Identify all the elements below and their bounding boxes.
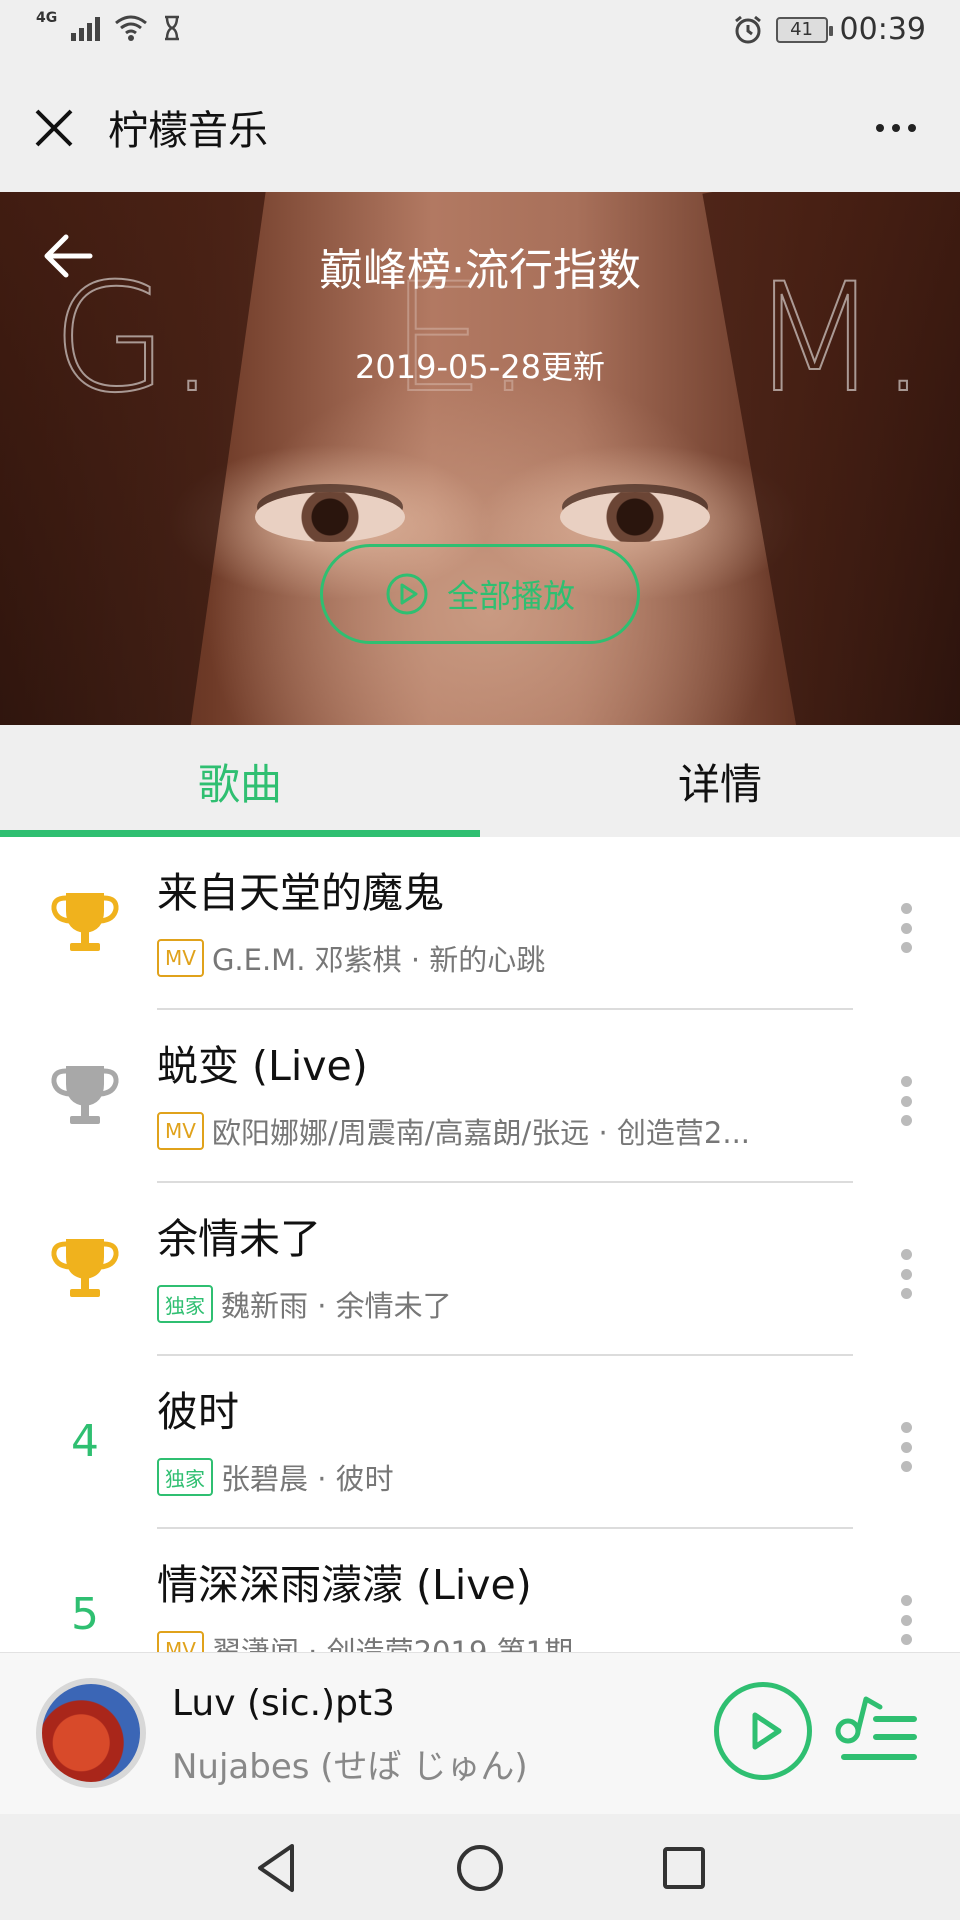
playlist-button[interactable] bbox=[834, 1693, 920, 1773]
song-row[interactable]: 蜕变 (Live) MV 欧阳娜娜/周震南/高嘉朗/张远 · 创造营2... bbox=[0, 1010, 960, 1183]
dot bbox=[908, 124, 916, 132]
song-more-button[interactable] bbox=[898, 1422, 914, 1472]
dot bbox=[892, 124, 900, 132]
song-artist-album: 魏新雨 · 余情未了 bbox=[221, 1289, 452, 1323]
rank-number: 4 bbox=[71, 1415, 99, 1467]
song-title: 情深深雨濛濛 (Live) bbox=[157, 1561, 532, 1609]
exclusive-badge: 独家 bbox=[157, 1458, 213, 1496]
hourglass-icon bbox=[165, 15, 180, 41]
song-meta: MV G.E.M. 邓紫棋 · 新的心跳 bbox=[157, 937, 545, 979]
song-more-button[interactable] bbox=[898, 1249, 914, 1299]
chart-header: G. E. M. 巅峰榜·流行指数 2019-05-28更新 全部播放 bbox=[0, 192, 960, 725]
silver-trophy-icon bbox=[51, 1066, 119, 1124]
nav-back-button[interactable] bbox=[246, 1838, 306, 1898]
song-more-button[interactable] bbox=[898, 903, 914, 953]
tab-songs[interactable]: 歌曲 bbox=[0, 725, 480, 837]
song-artist-album: 张碧晨 · 彼时 bbox=[221, 1462, 394, 1496]
network-type: 4G bbox=[36, 10, 58, 26]
song-row[interactable]: 4 彼时 独家 张碧晨 · 彼时 bbox=[0, 1356, 960, 1529]
more-options-button[interactable] bbox=[866, 102, 926, 154]
clock: 00:39 bbox=[839, 12, 926, 47]
status-left: 4G bbox=[36, 10, 182, 42]
bronze-trophy-icon bbox=[51, 1239, 119, 1297]
play-all-button[interactable]: 全部播放 bbox=[320, 544, 640, 644]
mv-badge[interactable]: MV bbox=[157, 939, 204, 977]
song-meta: 独家 张碧晨 · 彼时 bbox=[157, 1456, 394, 1498]
dot bbox=[876, 124, 884, 132]
app-bar: 柠檬音乐 bbox=[0, 64, 960, 192]
now-playing-artist: Nujabes (せば じゅん) bbox=[172, 1747, 528, 1787]
chart-title: 巅峰榜·流行指数 bbox=[319, 245, 641, 296]
battery-level: 41 bbox=[790, 19, 813, 40]
system-nav-bar bbox=[0, 1814, 960, 1920]
play-button[interactable] bbox=[714, 1682, 812, 1780]
play-all-label: 全部播放 bbox=[446, 577, 575, 615]
song-row[interactable]: 余情未了 独家 魏新雨 · 余情未了 bbox=[0, 1183, 960, 1356]
song-artist-album: 欧阳娜娜/周震南/高嘉朗/张远 · 创造营2... bbox=[211, 1116, 751, 1150]
song-more-button[interactable] bbox=[898, 1076, 914, 1126]
rank-cell bbox=[40, 1228, 130, 1308]
status-bar: 4G 41 00:39 bbox=[0, 0, 960, 64]
play-icon bbox=[752, 1712, 782, 1750]
update-date: 2019-05-28更新 bbox=[355, 348, 605, 386]
mv-badge[interactable]: MV bbox=[157, 1631, 204, 1652]
close-icon bbox=[35, 109, 73, 147]
status-right: 41 00:39 bbox=[732, 12, 926, 47]
nav-home-button[interactable] bbox=[450, 1838, 510, 1898]
song-row[interactable]: 来自天堂的魔鬼 MV G.E.M. 邓紫棋 · 新的心跳 bbox=[0, 837, 960, 1010]
tab-bar: 歌曲 详情 bbox=[0, 725, 960, 837]
mini-player[interactable]: Luv (sic.)pt3 Nujabes (せば じゅん) bbox=[0, 1652, 960, 1814]
alarm-icon bbox=[734, 15, 761, 43]
exclusive-badge: 独家 bbox=[157, 1285, 213, 1323]
nav-home-icon bbox=[457, 1845, 503, 1891]
now-playing-title: Luv (sic.)pt3 bbox=[172, 1683, 395, 1724]
song-row[interactable]: 5 情深深雨濛濛 (Live) MV 翟潇闻 · 创造营2019 第1期 bbox=[0, 1529, 960, 1652]
mv-badge[interactable]: MV bbox=[157, 1112, 204, 1150]
hero-art bbox=[255, 492, 405, 542]
rank-cell bbox=[40, 882, 130, 962]
song-artist-album: G.E.M. 邓紫棋 · 新的心跳 bbox=[211, 943, 546, 977]
rank-cell bbox=[40, 1055, 130, 1135]
song-more-button[interactable] bbox=[898, 1595, 914, 1645]
close-button[interactable] bbox=[28, 102, 80, 154]
nav-recents-button[interactable] bbox=[654, 1838, 714, 1898]
song-artist-album: 翟潇闻 · 创造营2019 第1期 bbox=[211, 1635, 574, 1652]
playlist-icon bbox=[835, 1696, 917, 1760]
album-cover[interactable] bbox=[36, 1678, 146, 1788]
song-title: 彼时 bbox=[157, 1388, 239, 1436]
song-meta: 独家 魏新雨 · 余情未了 bbox=[157, 1283, 452, 1325]
song-title: 来自天堂的魔鬼 bbox=[157, 869, 444, 917]
battery-icon: 41 bbox=[775, 16, 833, 43]
tab-details[interactable]: 详情 bbox=[480, 725, 960, 837]
nav-back-icon bbox=[258, 1844, 294, 1892]
nav-recents-icon bbox=[663, 1847, 705, 1889]
gold-trophy-icon bbox=[51, 893, 119, 951]
song-title: 余情未了 bbox=[157, 1215, 321, 1263]
wifi-icon bbox=[115, 15, 148, 41]
song-meta: MV 翟潇闻 · 创造营2019 第1期 bbox=[157, 1629, 573, 1652]
rank-number: 5 bbox=[71, 1588, 99, 1640]
hero-art bbox=[560, 492, 710, 542]
song-list: 来自天堂的魔鬼 MV G.E.M. 邓紫棋 · 新的心跳 蜕变 (Live) M… bbox=[0, 837, 960, 1652]
song-meta: MV 欧阳娜娜/周震南/高嘉朗/张远 · 创造营2... bbox=[157, 1110, 750, 1152]
play-circle-icon bbox=[386, 573, 428, 615]
app-title: 柠檬音乐 bbox=[108, 108, 268, 154]
song-title: 蜕变 (Live) bbox=[157, 1042, 368, 1090]
signal-icon bbox=[71, 15, 101, 41]
